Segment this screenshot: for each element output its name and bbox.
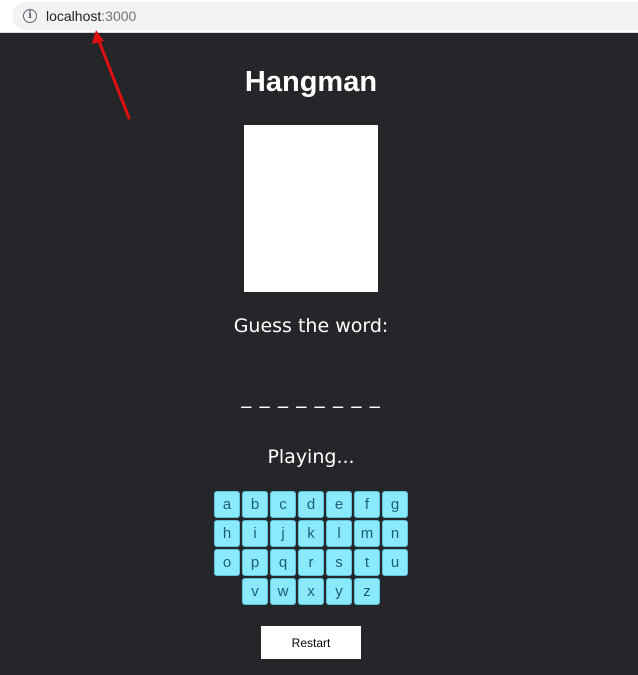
letter-key-o[interactable]: o	[214, 549, 240, 576]
letter-key-d[interactable]: d	[298, 491, 324, 518]
letter-key-k[interactable]: k	[298, 520, 324, 547]
keyboard-row: opqrstu	[212, 549, 410, 576]
letter-key-m[interactable]: m	[354, 520, 380, 547]
url-port: :3000	[101, 8, 137, 24]
guess-prompt: Guess the word:	[233, 315, 389, 337]
keyboard-row: hijklmn	[212, 520, 410, 547]
hangman-drawing	[244, 125, 378, 292]
letter-key-i[interactable]: i	[242, 520, 268, 547]
letter-key-v[interactable]: v	[242, 578, 268, 605]
letter-key-g[interactable]: g	[382, 491, 408, 518]
letter-key-z[interactable]: z	[354, 578, 380, 605]
game-status: Playing...	[267, 446, 355, 468]
letter-key-p[interactable]: p	[242, 549, 268, 576]
letter-key-e[interactable]: e	[326, 491, 352, 518]
letter-key-q[interactable]: q	[270, 549, 296, 576]
letter-key-j[interactable]: j	[270, 520, 296, 547]
letter-keyboard: abcdefg hijklmn opqrstu vwxyz	[212, 491, 410, 607]
letter-key-l[interactable]: l	[326, 520, 352, 547]
letter-key-b[interactable]: b	[242, 491, 268, 518]
keyboard-row: abcdefg	[212, 491, 410, 518]
letter-key-n[interactable]: n	[382, 520, 408, 547]
restart-button[interactable]: Restart	[261, 626, 361, 659]
info-icon[interactable]: i	[23, 9, 37, 23]
letter-key-c[interactable]: c	[270, 491, 296, 518]
letter-key-a[interactable]: a	[214, 491, 240, 518]
page-title: Hangman	[244, 66, 378, 98]
letter-key-u[interactable]: u	[382, 549, 408, 576]
keyboard-row: vwxyz	[212, 578, 410, 605]
masked-word: _ _ _ _ _ _ _ _	[241, 384, 381, 408]
letter-key-x[interactable]: x	[298, 578, 324, 605]
letter-key-s[interactable]: s	[326, 549, 352, 576]
letter-key-w[interactable]: w	[270, 578, 296, 605]
letter-key-h[interactable]: h	[214, 520, 240, 547]
url-host: localhost	[46, 8, 102, 24]
url-text[interactable]: localhost:3000	[46, 8, 136, 24]
letter-key-t[interactable]: t	[354, 549, 380, 576]
letter-key-r[interactable]: r	[298, 549, 324, 576]
letter-key-f[interactable]: f	[354, 491, 380, 518]
letter-key-y[interactable]: y	[326, 578, 352, 605]
